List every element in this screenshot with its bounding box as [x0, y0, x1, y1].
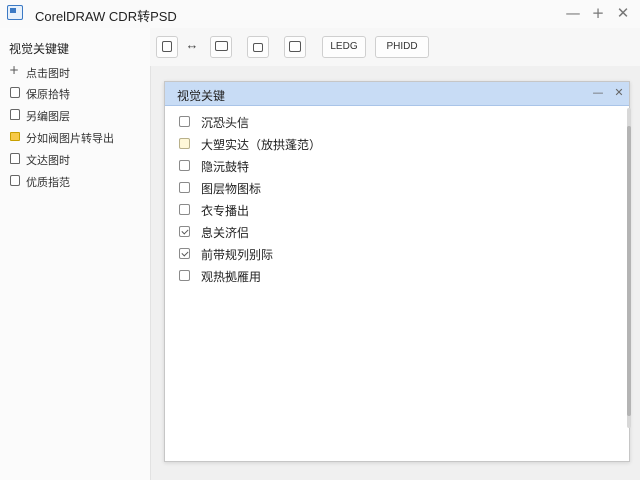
app-icon: [7, 5, 23, 20]
option-item[interactable]: 衣专播出: [179, 200, 599, 220]
checkbox[interactable]: [179, 182, 190, 193]
checkbox[interactable]: [179, 204, 190, 215]
option-item[interactable]: 图层物图标: [179, 178, 599, 198]
lock-button[interactable]: [247, 36, 269, 58]
doc-icon: [10, 87, 20, 98]
move-icon: ↔: [185, 37, 199, 52]
app-title: CorelDRAW CDR转PSD: [35, 9, 177, 24]
title-bar: CorelDRAW CDR转PSD — + ✕: [0, 0, 640, 28]
option-item[interactable]: 息关济侣: [179, 222, 599, 242]
option-item[interactable]: 前带规列别际: [179, 244, 599, 264]
checkbox-checked[interactable]: [179, 226, 190, 237]
sidebar-item-text-image[interactable]: 文达图时: [0, 149, 150, 169]
layers-icon: [10, 109, 20, 120]
sidebar-title: 视觉关键键: [9, 42, 70, 56]
frame-button[interactable]: [156, 36, 178, 58]
dialog-title: 视觉关键: [177, 89, 226, 103]
dialog-close-button[interactable]: ✕: [611, 85, 627, 101]
sidebar-item-export[interactable]: 分如阀图片转导出: [0, 127, 150, 147]
option-item[interactable]: 隐沅鼓特: [179, 156, 599, 176]
scrollbar[interactable]: [627, 108, 631, 428]
visual-keys-dialog: 视觉关键 — ✕ 沉恐头信 大塑实达（放拱蓬范） 隐沅鼓特 图层物图标 衣专播出…: [164, 81, 631, 462]
checkbox-checked[interactable]: [179, 248, 190, 259]
sidebar-item-label: 保原拾特: [26, 88, 70, 101]
sidebar-item-label: 点击图时: [26, 67, 70, 80]
lock-icon: [253, 43, 263, 52]
dialog-header: 视觉关键 — ✕: [165, 82, 629, 106]
maximize-button[interactable]: +: [587, 3, 609, 23]
option-label: 沉恐头信: [201, 116, 250, 130]
doc-icon: [10, 175, 20, 186]
folder-icon: [10, 132, 20, 141]
checkbox[interactable]: [179, 116, 190, 127]
doc-icon: [10, 153, 20, 164]
toolbar: ↔ LEDG PHIDD: [150, 28, 640, 66]
image-button[interactable]: [210, 36, 232, 58]
scrollbar-thumb[interactable]: [627, 126, 631, 416]
sidebar-item-edit-layers[interactable]: 另编图层: [0, 105, 150, 125]
checkbox[interactable]: [179, 270, 190, 281]
option-item[interactable]: 大塑实达（放拱蓬范）: [179, 134, 599, 154]
sidebar-item-label: 优质指范: [26, 176, 70, 189]
ledg-button[interactable]: LEDG: [322, 36, 366, 58]
phidd-button[interactable]: PHIDD: [375, 36, 429, 58]
sidebar-item-label: 分如阀图片转导出: [26, 132, 114, 145]
sidebar-item-keep-original[interactable]: 保原拾特: [0, 83, 150, 103]
image-icon: [214, 41, 228, 51]
move-button[interactable]: ↔: [181, 36, 203, 58]
sidebar: 视觉关键键 + 点击图时 保原拾特 另编图层 分如阀图片转导出 文达图时 优质指…: [0, 28, 150, 480]
option-label: 观热拠雁用: [201, 270, 262, 284]
option-item[interactable]: 沉恐头信: [179, 112, 599, 132]
sidebar-item-label: 另编图层: [26, 110, 70, 123]
frame-icon: [162, 41, 172, 52]
copy-button[interactable]: [284, 36, 306, 58]
option-label: 大塑实达（放拱蓬范）: [201, 138, 322, 152]
checkbox[interactable]: [179, 160, 190, 171]
sidebar-item-quality[interactable]: 优质指范: [0, 171, 150, 191]
option-item[interactable]: 观热拠雁用: [179, 266, 599, 286]
copy-icon: [289, 41, 301, 52]
option-label: 图层物图标: [201, 182, 262, 196]
checkbox[interactable]: [179, 138, 190, 149]
minimize-button[interactable]: —: [562, 3, 584, 23]
option-label: 前带规列别际: [201, 248, 274, 262]
dialog-minimize-button[interactable]: —: [590, 85, 606, 101]
plus-icon: +: [9, 63, 20, 77]
sidebar-item-label: 文达图时: [26, 154, 70, 167]
sidebar-item-click-image[interactable]: + 点击图时: [0, 62, 150, 82]
option-label: 息关济侣: [201, 226, 250, 240]
option-label: 隐沅鼓特: [201, 160, 250, 174]
option-label: 衣专播出: [201, 204, 250, 218]
close-button[interactable]: ✕: [612, 3, 634, 23]
